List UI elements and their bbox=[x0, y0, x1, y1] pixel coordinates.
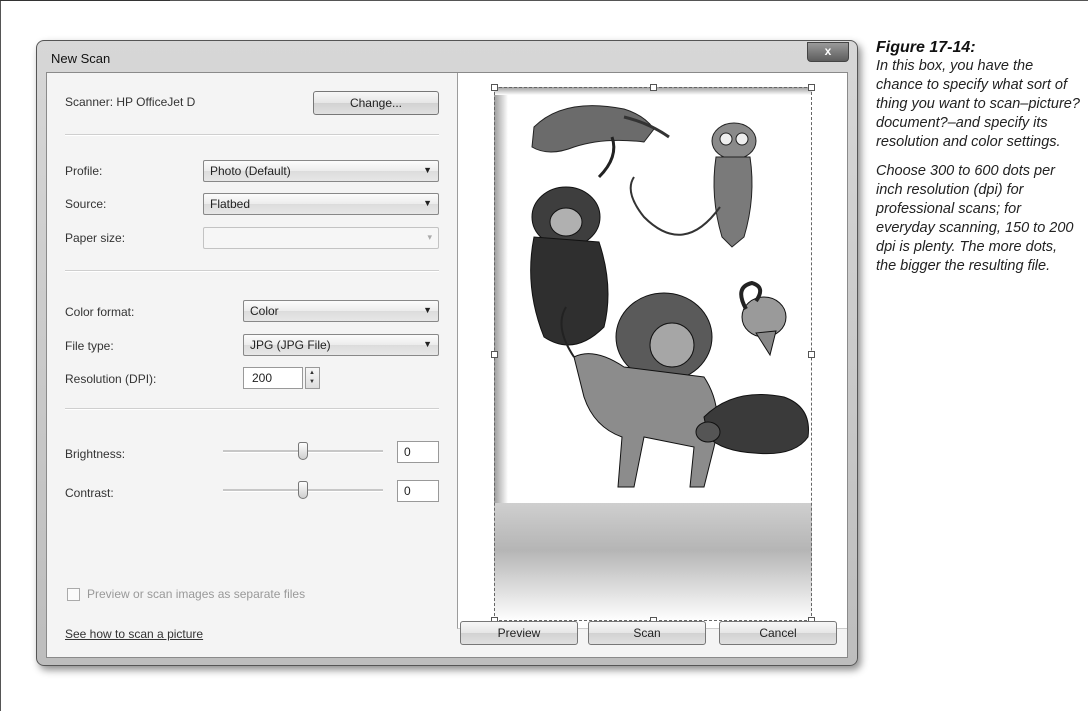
spin-up-icon: ▲ bbox=[309, 370, 315, 376]
separator bbox=[65, 408, 439, 410]
chevron-down-icon: ▾ bbox=[427, 232, 432, 242]
file-type-value: JPG (JPG File) bbox=[250, 338, 331, 352]
brightness-slider[interactable] bbox=[298, 442, 308, 460]
color-format-dropdown[interactable]: Color ▼ bbox=[243, 300, 439, 322]
crop-handle[interactable] bbox=[808, 84, 815, 91]
contrast-input[interactable]: 0 bbox=[397, 480, 439, 502]
crop-selection[interactable] bbox=[491, 84, 815, 624]
profile-label: Profile: bbox=[65, 164, 103, 178]
source-dropdown[interactable]: Flatbed ▼ bbox=[203, 193, 439, 215]
close-button[interactable]: x bbox=[807, 42, 849, 62]
preview-pane bbox=[457, 73, 847, 629]
page-top-rule bbox=[0, 0, 170, 1]
help-link[interactable]: See how to scan a picture bbox=[65, 627, 203, 641]
crop-handle[interactable] bbox=[650, 84, 657, 91]
chevron-down-icon: ▼ bbox=[423, 339, 432, 349]
profile-value: Photo (Default) bbox=[210, 164, 291, 178]
crop-handle[interactable] bbox=[491, 351, 498, 358]
separate-files-checkbox[interactable] bbox=[67, 588, 80, 601]
file-type-dropdown[interactable]: JPG (JPG File) ▼ bbox=[243, 334, 439, 356]
crop-handle[interactable] bbox=[491, 84, 498, 91]
separator bbox=[65, 134, 439, 136]
chevron-down-icon: ▼ bbox=[423, 198, 432, 208]
color-format-label: Color format: bbox=[65, 305, 135, 319]
chevron-down-icon: ▼ bbox=[423, 305, 432, 315]
contrast-label: Contrast: bbox=[65, 486, 114, 500]
file-type-label: File type: bbox=[65, 339, 114, 353]
new-scan-dialog: New Scan x Scanner: HP OfficeJet D Chang… bbox=[36, 40, 858, 666]
source-value: Flatbed bbox=[210, 197, 251, 211]
brightness-input[interactable]: 0 bbox=[397, 441, 439, 463]
dialog-title: New Scan bbox=[51, 51, 111, 66]
profile-dropdown[interactable]: Photo (Default) ▼ bbox=[203, 160, 439, 182]
paper-size-label: Paper size: bbox=[65, 231, 126, 245]
resolution-spinner[interactable]: ▲ ▼ bbox=[305, 367, 320, 389]
cancel-button[interactable]: Cancel bbox=[719, 621, 837, 645]
crop-handle[interactable] bbox=[808, 351, 815, 358]
figure-caption: Figure 17-14: In this box, you have the … bbox=[876, 38, 1081, 276]
color-format-value: Color bbox=[250, 304, 279, 318]
source-label: Source: bbox=[65, 197, 107, 211]
change-scanner-button[interactable]: Change... bbox=[313, 91, 439, 115]
paper-size-dropdown: ▾ bbox=[203, 227, 439, 249]
separate-files-label: Preview or scan images as separate files bbox=[87, 587, 306, 601]
scanner-label: Scanner: HP OfficeJet D bbox=[65, 95, 196, 109]
preview-button[interactable]: Preview bbox=[460, 621, 578, 645]
caption-paragraph-2: Choose 300 to 600 dots per inch resoluti… bbox=[876, 163, 1074, 274]
page-top-rule-light bbox=[170, 0, 1088, 1]
separator bbox=[65, 270, 439, 272]
chevron-down-icon: ▼ bbox=[423, 165, 432, 175]
resolution-label: Resolution (DPI): bbox=[65, 372, 157, 386]
dialog-client-area: Scanner: HP OfficeJet D Change... Profil… bbox=[46, 72, 848, 658]
caption-title: Figure 17-14: bbox=[876, 39, 976, 56]
resolution-input[interactable]: 200 bbox=[243, 367, 303, 389]
caption-paragraph-1: In this box, you have the chance to spec… bbox=[876, 58, 1080, 150]
spin-down-icon: ▼ bbox=[309, 379, 315, 385]
brightness-label: Brightness: bbox=[65, 447, 126, 461]
scan-button[interactable]: Scan bbox=[588, 621, 706, 645]
contrast-slider[interactable] bbox=[298, 481, 308, 499]
